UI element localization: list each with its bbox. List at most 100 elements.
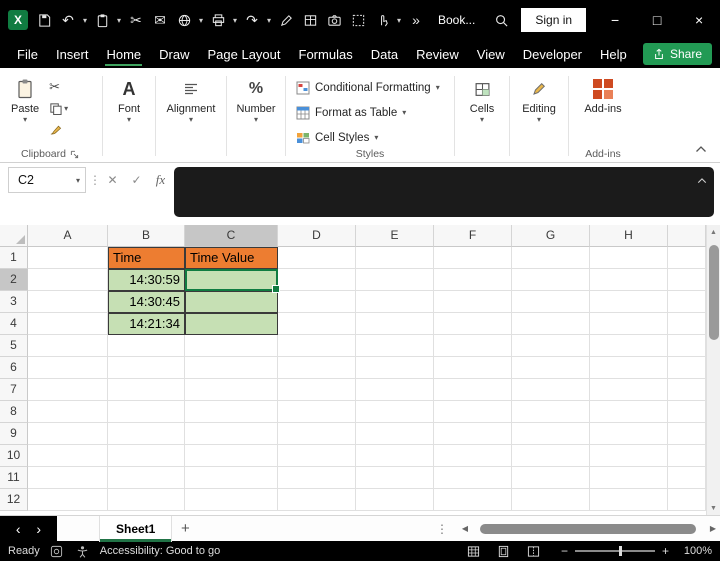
minimize-button[interactable]: −: [594, 0, 636, 40]
collapse-ribbon-button[interactable]: [692, 142, 710, 156]
cell-F12[interactable]: [434, 489, 512, 511]
cells-button[interactable]: Cells ▾: [461, 74, 503, 126]
cell-D5[interactable]: [278, 335, 356, 357]
cell-D4[interactable]: [278, 313, 356, 335]
cell-C4[interactable]: [185, 313, 278, 335]
cell-B3[interactable]: 14:30:45: [108, 291, 185, 313]
cell-x8-12[interactable]: [668, 489, 706, 511]
cell-D11[interactable]: [278, 467, 356, 489]
cell-A6[interactable]: [28, 357, 108, 379]
cell-B8[interactable]: [108, 401, 185, 423]
cell-H8[interactable]: [590, 401, 668, 423]
scroll-right-icon[interactable]: ▶: [706, 524, 720, 533]
cell-C6[interactable]: [185, 357, 278, 379]
normal-view-button[interactable]: [465, 545, 483, 558]
more-commands-icon[interactable]: »: [404, 6, 428, 34]
cell-G11[interactable]: [512, 467, 590, 489]
cell-D3[interactable]: [278, 291, 356, 313]
cell-E2[interactable]: [356, 269, 434, 291]
row-header-9[interactable]: 9: [0, 423, 28, 445]
undo-dropdown-icon[interactable]: ▾: [80, 16, 90, 25]
column-header-G[interactable]: G: [512, 225, 590, 247]
tab-help[interactable]: Help: [591, 42, 636, 67]
cell-F4[interactable]: [434, 313, 512, 335]
cell-x8-9[interactable]: [668, 423, 706, 445]
zoom-in-button[interactable]: +: [662, 544, 669, 558]
cell-B9[interactable]: [108, 423, 185, 445]
sign-in-button[interactable]: Sign in: [521, 8, 587, 32]
paste-dropdown-icon[interactable]: ▾: [114, 16, 124, 25]
cell-A4[interactable]: [28, 313, 108, 335]
cell-x8-10[interactable]: [668, 445, 706, 467]
next-sheet-button[interactable]: ›: [36, 521, 41, 537]
zoom-slider-thumb[interactable]: [618, 546, 622, 556]
confirm-entry-button[interactable]: ✓: [126, 167, 147, 193]
cell-E11[interactable]: [356, 467, 434, 489]
cell-C11[interactable]: [185, 467, 278, 489]
cell-G5[interactable]: [512, 335, 590, 357]
page-layout-view-button[interactable]: [495, 545, 513, 558]
cell-C7[interactable]: [185, 379, 278, 401]
cell-C2[interactable]: [185, 269, 280, 293]
row-header-12[interactable]: 12: [0, 489, 28, 511]
accessibility-icon[interactable]: [74, 545, 92, 558]
cell-E1[interactable]: [356, 247, 434, 269]
row-header-2[interactable]: 2: [0, 269, 28, 291]
search-icon[interactable]: [489, 6, 513, 34]
zoom-slider[interactable]: [574, 546, 655, 556]
cell-E7[interactable]: [356, 379, 434, 401]
cell-B4[interactable]: 14:21:34: [108, 313, 185, 335]
zoom-out-button[interactable]: −: [561, 544, 568, 558]
insert-function-button[interactable]: fx: [150, 167, 171, 193]
cell-x8-1[interactable]: [668, 247, 706, 269]
cell-E4[interactable]: [356, 313, 434, 335]
cell-G2[interactable]: [512, 269, 590, 291]
undo-icon[interactable]: ↶: [56, 6, 80, 34]
cell-B1[interactable]: Time: [108, 247, 185, 269]
maximize-button[interactable]: □: [636, 0, 678, 40]
name-box[interactable]: C2 ▾: [8, 167, 86, 193]
cell-x8-11[interactable]: [668, 467, 706, 489]
column-header-C[interactable]: C: [185, 225, 278, 247]
cell-A9[interactable]: [28, 423, 108, 445]
clipboard-dialog-launcher[interactable]: [70, 150, 79, 159]
cell-x8-3[interactable]: [668, 291, 706, 313]
cell-B11[interactable]: [108, 467, 185, 489]
addins-button[interactable]: Add-ins: [575, 74, 631, 118]
row-header-1[interactable]: 1: [0, 247, 28, 269]
excel-logo-icon[interactable]: X: [8, 10, 28, 30]
cell-F7[interactable]: [434, 379, 512, 401]
cell-A2[interactable]: [28, 269, 108, 291]
draw-pen-icon[interactable]: [274, 6, 298, 34]
conditional-formatting-button[interactable]: Conditional Formatting ▾: [292, 76, 448, 99]
formula-bar-resize-handle[interactable]: ⋮: [89, 167, 101, 193]
cell-A12[interactable]: [28, 489, 108, 511]
cell-D9[interactable]: [278, 423, 356, 445]
cell-B12[interactable]: [108, 489, 185, 511]
cell-H4[interactable]: [590, 313, 668, 335]
column-header-F[interactable]: F: [434, 225, 512, 247]
row-header-7[interactable]: 7: [0, 379, 28, 401]
cell-E12[interactable]: [356, 489, 434, 511]
cell-x8-5[interactable]: [668, 335, 706, 357]
cell-C3[interactable]: [185, 291, 278, 313]
cell-D7[interactable]: [278, 379, 356, 401]
cell-H2[interactable]: [590, 269, 668, 291]
cell-A5[interactable]: [28, 335, 108, 357]
sheet-tab-sheet1[interactable]: Sheet1: [99, 515, 173, 542]
format-as-table-button[interactable]: Format as Table ▾: [292, 101, 448, 124]
cell-F3[interactable]: [434, 291, 512, 313]
cell-D1[interactable]: [278, 247, 356, 269]
tab-view[interactable]: View: [468, 42, 514, 67]
cell-E8[interactable]: [356, 401, 434, 423]
row-header-8[interactable]: 8: [0, 401, 28, 423]
cell-x8-8[interactable]: [668, 401, 706, 423]
spelling-globe-icon[interactable]: [172, 6, 196, 34]
cell-x8-7[interactable]: [668, 379, 706, 401]
touch-mode-icon[interactable]: [370, 6, 394, 34]
previous-sheet-button[interactable]: ‹: [16, 521, 21, 537]
vertical-scrollbar[interactable]: ▲ ▼: [706, 225, 720, 515]
cell-B2[interactable]: 14:30:59: [108, 269, 185, 291]
cell-F11[interactable]: [434, 467, 512, 489]
scroll-left-icon[interactable]: ◀: [458, 524, 472, 533]
